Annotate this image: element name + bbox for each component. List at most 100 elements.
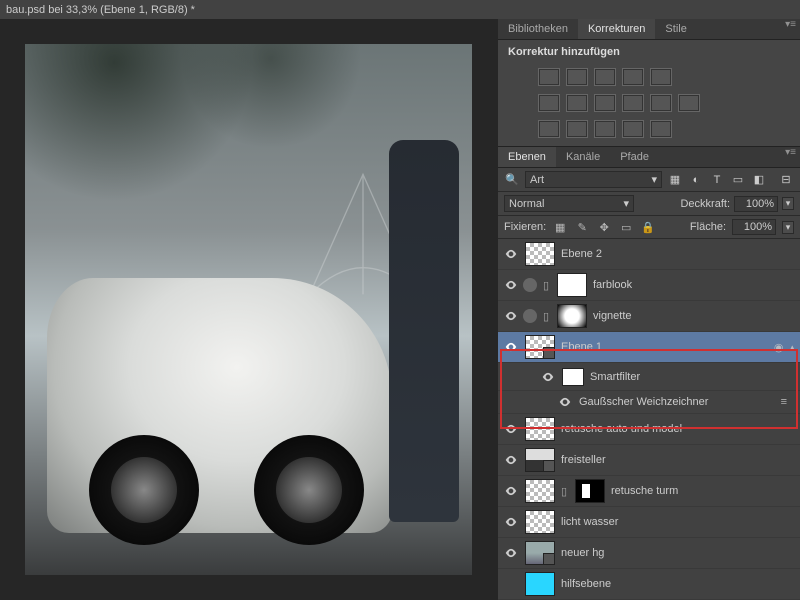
blend-mode-select[interactable]: Normal▾ bbox=[504, 195, 634, 212]
filter-adjust-icon[interactable]: ◐ bbox=[688, 172, 704, 188]
layer-row[interactable]: retusche auto und model bbox=[498, 414, 800, 445]
adj-hue-icon[interactable] bbox=[538, 94, 560, 112]
layer-name[interactable]: hilfsebene bbox=[561, 578, 795, 590]
layer-row[interactable]: ▯ retusche turm bbox=[498, 476, 800, 507]
layer-list[interactable]: Ebene 2 ▯ farblook ▯ vignette bbox=[498, 239, 800, 600]
lock-pixels-icon[interactable]: ✎ bbox=[574, 220, 590, 234]
lock-transparent-icon[interactable]: ▦ bbox=[552, 220, 568, 234]
adj-colorlookup-icon[interactable] bbox=[678, 94, 700, 112]
adjustment-layer-icon[interactable] bbox=[523, 309, 537, 323]
layer-name[interactable]: Ebene 1 bbox=[561, 341, 768, 353]
tab-bibliotheken[interactable]: Bibliotheken bbox=[498, 19, 578, 39]
layer-row[interactable]: ▯ vignette bbox=[498, 301, 800, 332]
visibility-icon[interactable] bbox=[503, 514, 519, 530]
layer-thumb[interactable] bbox=[525, 479, 555, 503]
document-canvas[interactable] bbox=[25, 44, 472, 575]
adj-bw-icon[interactable] bbox=[594, 94, 616, 112]
tab-kanaele[interactable]: Kanäle bbox=[556, 147, 610, 167]
adj-selectivecolor-icon[interactable] bbox=[650, 120, 672, 138]
layers-menu-icon[interactable]: ▾≡ bbox=[781, 147, 800, 167]
layer-row[interactable]: Ebene 2 bbox=[498, 239, 800, 270]
adj-invert-icon[interactable] bbox=[538, 120, 560, 138]
visibility-icon[interactable] bbox=[503, 339, 519, 355]
adj-brightness-icon[interactable] bbox=[538, 68, 560, 86]
filter-type-icon[interactable]: T bbox=[709, 172, 725, 188]
search-icon[interactable]: 🔍 bbox=[504, 172, 520, 188]
layer-row[interactable]: neuer hg bbox=[498, 538, 800, 569]
filter-mask-thumb[interactable] bbox=[562, 368, 584, 386]
adj-gradientmap-icon[interactable] bbox=[622, 120, 644, 138]
adj-balance-icon[interactable] bbox=[566, 94, 588, 112]
adj-levels-icon[interactable] bbox=[566, 68, 588, 86]
tab-ebenen[interactable]: Ebenen bbox=[498, 147, 556, 167]
adj-exposure-icon[interactable] bbox=[622, 68, 644, 86]
lock-all-icon[interactable]: 🔒 bbox=[640, 220, 656, 234]
layer-row-selected[interactable]: Ebene 1 ◉ ▴ bbox=[498, 332, 800, 363]
filter-switch-icon[interactable]: ⊟ bbox=[778, 172, 794, 188]
tab-korrekturen[interactable]: Korrekturen bbox=[578, 19, 655, 39]
smartfilter-row[interactable]: Smartfilter bbox=[498, 363, 800, 391]
tab-pfade[interactable]: Pfade bbox=[610, 147, 659, 167]
layer-thumb[interactable] bbox=[525, 242, 555, 266]
opacity-arrow[interactable]: ▾ bbox=[782, 197, 794, 210]
mask-thumb[interactable] bbox=[557, 304, 587, 328]
layer-name[interactable]: neuer hg bbox=[561, 547, 795, 559]
link-icon[interactable]: ▯ bbox=[561, 485, 569, 498]
expand-icon[interactable]: ▴ bbox=[789, 341, 795, 354]
layer-name[interactable]: farblook bbox=[593, 279, 795, 291]
link-icon[interactable]: ▯ bbox=[543, 310, 551, 323]
filter-blending-icon[interactable]: ≡ bbox=[781, 396, 787, 408]
fill-arrow[interactable]: ▾ bbox=[782, 221, 794, 234]
visibility-icon[interactable] bbox=[503, 308, 519, 324]
visibility-icon[interactable] bbox=[503, 421, 519, 437]
filter-pixel-icon[interactable]: ▦ bbox=[667, 172, 683, 188]
visibility-icon[interactable] bbox=[503, 545, 519, 561]
fill-value[interactable]: 100% bbox=[732, 219, 776, 235]
visibility-icon[interactable] bbox=[540, 369, 556, 385]
visibility-icon[interactable] bbox=[503, 277, 519, 293]
tab-stile[interactable]: Stile bbox=[655, 19, 696, 39]
layer-name[interactable]: licht wasser bbox=[561, 516, 795, 528]
panel-menu-icon[interactable]: ▾≡ bbox=[781, 19, 800, 39]
layer-row[interactable]: licht wasser bbox=[498, 507, 800, 538]
filter-smart-icon[interactable]: ◧ bbox=[751, 172, 767, 188]
lock-artboard-icon[interactable]: ▭ bbox=[618, 220, 634, 234]
visibility-icon[interactable] bbox=[503, 246, 519, 262]
layer-name[interactable]: retusche auto und model bbox=[561, 423, 795, 435]
filter-shape-icon[interactable]: ▭ bbox=[730, 172, 746, 188]
adj-vibrance-icon[interactable] bbox=[650, 68, 672, 86]
layer-thumb[interactable] bbox=[525, 448, 555, 472]
layer-name[interactable]: freisteller bbox=[561, 454, 795, 466]
adj-threshold-icon[interactable] bbox=[594, 120, 616, 138]
adj-channelmix-icon[interactable] bbox=[650, 94, 672, 112]
adj-curves-icon[interactable] bbox=[594, 68, 616, 86]
layer-row[interactable]: freisteller bbox=[498, 445, 800, 476]
layer-name[interactable]: Ebene 2 bbox=[561, 248, 795, 260]
canvas-area[interactable] bbox=[0, 19, 497, 600]
adj-posterize-icon[interactable] bbox=[566, 120, 588, 138]
layer-thumb[interactable] bbox=[525, 510, 555, 534]
layer-name[interactable]: retusche turm bbox=[611, 485, 795, 497]
mask-thumb[interactable] bbox=[575, 479, 605, 503]
visibility-icon[interactable] bbox=[503, 452, 519, 468]
opacity-value[interactable]: 100% bbox=[734, 196, 778, 212]
layer-thumb[interactable] bbox=[525, 541, 555, 565]
mask-thumb[interactable] bbox=[557, 273, 587, 297]
visibility-icon-off[interactable] bbox=[503, 576, 519, 592]
smartobject-thumb[interactable] bbox=[525, 335, 555, 359]
visibility-icon[interactable] bbox=[503, 483, 519, 499]
filter-name[interactable]: Gaußscher Weichzeichner bbox=[579, 396, 775, 408]
layer-thumb[interactable] bbox=[525, 572, 555, 596]
adj-photofilter-icon[interactable] bbox=[622, 94, 644, 112]
layer-name[interactable]: vignette bbox=[593, 310, 795, 322]
layer-row[interactable]: ▯ farblook bbox=[498, 270, 800, 301]
filter-type-select[interactable]: Art▾ bbox=[525, 171, 662, 188]
lock-position-icon[interactable]: ✥ bbox=[596, 220, 612, 234]
layer-row[interactable]: hilfsebene bbox=[498, 569, 800, 600]
link-icon[interactable]: ▯ bbox=[543, 279, 551, 292]
visibility-icon[interactable] bbox=[557, 394, 573, 410]
adjustment-layer-icon[interactable] bbox=[523, 278, 537, 292]
filter-entry-row[interactable]: Gaußscher Weichzeichner ≡ bbox=[498, 391, 800, 414]
smartfilter-label[interactable]: Smartfilter bbox=[590, 371, 795, 383]
layer-thumb[interactable] bbox=[525, 417, 555, 441]
